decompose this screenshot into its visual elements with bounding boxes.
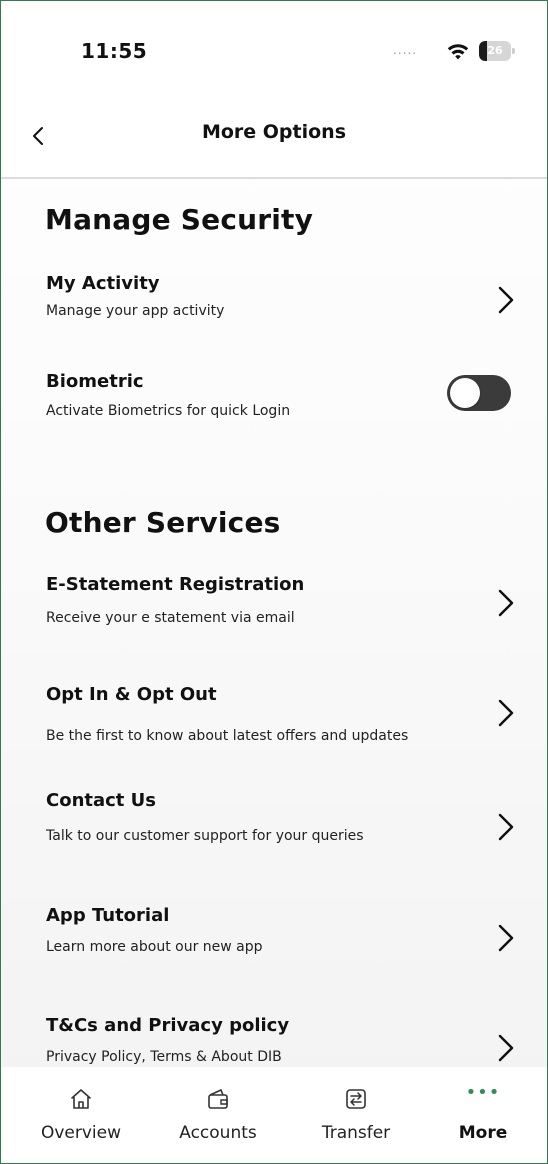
wallet-icon (208, 1089, 228, 1109)
status-time: 11:55 (81, 39, 148, 63)
chevron-right-icon (498, 699, 514, 727)
chevron-right-icon (498, 1034, 514, 1062)
chevron-right-icon (498, 924, 514, 952)
row-opt-in-opt-out[interactable]: Opt In & Opt Out Be the first to know ab… (1, 684, 547, 764)
row-contact-us[interactable]: Contact Us Talk to our customer support … (1, 790, 547, 870)
row-title: E-Statement Registration (46, 574, 305, 595)
tab-label: Overview (40, 1123, 122, 1143)
transfer-icon (346, 1089, 366, 1109)
tab-accounts[interactable]: Accounts (158, 1067, 278, 1163)
row-subtitle: Talk to our customer support for your qu… (46, 828, 364, 844)
chevron-right-icon (498, 589, 514, 617)
row-subtitle: Privacy Policy, Terms & About DIB (46, 1049, 282, 1065)
row-biometric: Biometric Activate Biometrics for quick … (1, 369, 547, 449)
status-bar: 11:55 ..... 26 (1, 1, 547, 101)
page-title: More Options (201, 121, 347, 143)
section-title-other-services: Other Services (45, 506, 281, 539)
tab-label: More (458, 1123, 508, 1143)
chevron-right-icon (498, 286, 514, 314)
chevron-right-icon (498, 813, 514, 841)
wifi-icon (447, 44, 469, 60)
row-title: Opt In & Opt Out (46, 684, 217, 705)
row-subtitle: Be the first to know about latest offers… (46, 728, 409, 744)
row-e-statement[interactable]: E-Statement Registration Receive your e … (1, 574, 547, 654)
row-title: My Activity (46, 273, 160, 294)
signal-icon: ..... (393, 43, 418, 57)
more-dots-icon: ••• (465, 1082, 501, 1103)
tab-label: Accounts (179, 1123, 257, 1143)
section-title-manage-security: Manage Security (45, 203, 314, 236)
home-icon (71, 1089, 91, 1109)
row-app-tutorial[interactable]: App Tutorial Learn more about our new ap… (1, 905, 547, 985)
row-title: Contact Us (46, 790, 157, 811)
biometric-toggle[interactable] (447, 375, 511, 411)
row-subtitle: Manage your app activity (46, 303, 225, 319)
tab-transfer[interactable]: Transfer (296, 1067, 416, 1163)
battery-icon: 26 (479, 41, 515, 61)
bottom-tab-bar: Overview Accounts Transfer ••• More (1, 1067, 547, 1163)
battery-level-text: 26 (487, 44, 503, 57)
row-subtitle: Receive your e statement via email (46, 610, 295, 626)
toggle-knob (450, 378, 480, 408)
tab-overview[interactable]: Overview (21, 1067, 141, 1163)
tab-more[interactable]: ••• More (423, 1067, 543, 1163)
row-subtitle: Activate Biometrics for quick Login (46, 403, 291, 419)
nav-header: More Options (1, 101, 547, 179)
row-subtitle: Learn more about our new app (46, 939, 263, 955)
row-title: T&Cs and Privacy policy (46, 1015, 290, 1036)
row-my-activity[interactable]: My Activity Manage your app activity (1, 271, 547, 351)
row-title: Biometric (46, 371, 144, 392)
row-title: App Tutorial (46, 905, 170, 926)
tab-label: Transfer (321, 1123, 391, 1143)
more-options-screen: 11:55 ..... 26 More Options Manage Secur… (0, 0, 548, 1164)
content: Manage Security My Activity Manage your … (1, 181, 547, 1067)
